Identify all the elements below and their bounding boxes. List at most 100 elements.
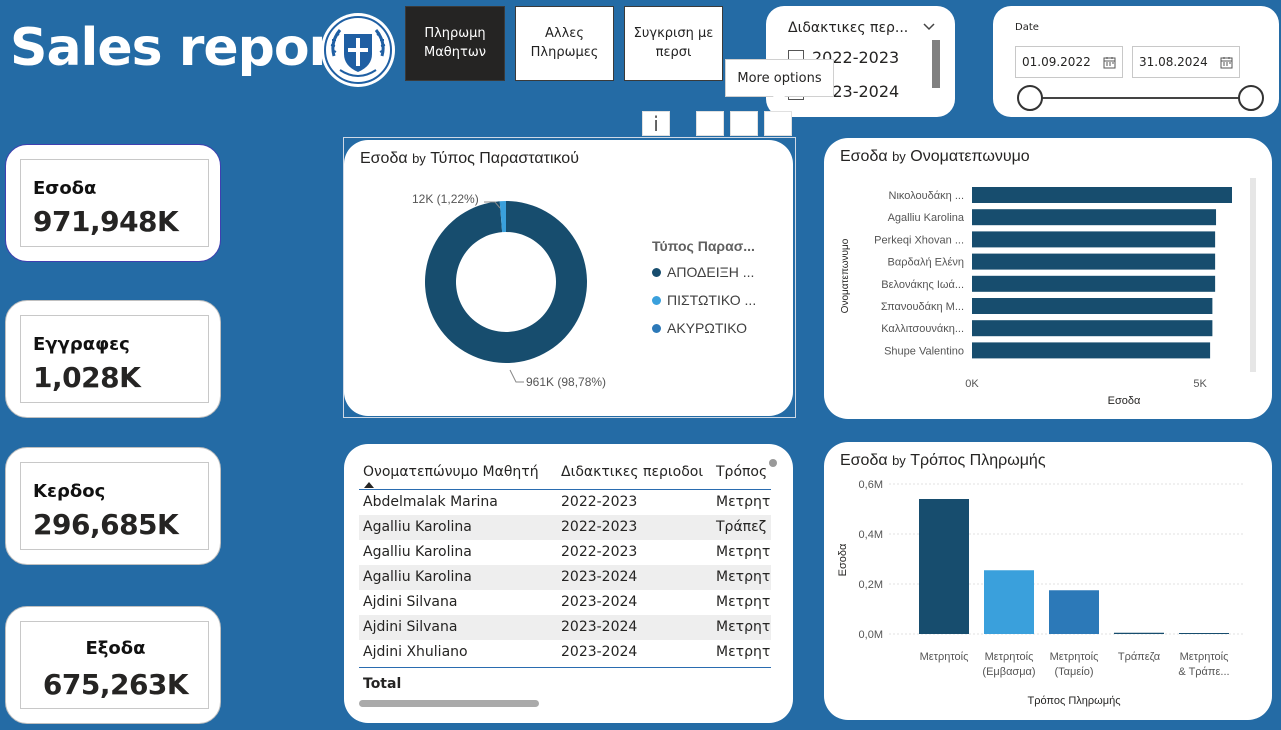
vbar (984, 570, 1034, 634)
legend-label: ΑΚΥΡΩΤΙΚΟ (667, 320, 748, 336)
column-header[interactable]: Τρόπος (716, 464, 767, 480)
table-row[interactable]: Ajdini Silvana 2023-2024 Μετρητ (359, 615, 771, 640)
column-header[interactable]: Ονοματεπώνυμο Μαθητή (363, 464, 539, 480)
chart-title: Εσοδα by Ονοματεπωνυμο (840, 148, 1030, 166)
vbar (1049, 590, 1099, 634)
legend-item[interactable]: ΑΚΥΡΩΤΙΚΟ (652, 320, 747, 336)
column-header[interactable]: Διδακτικες περιοδοι (561, 464, 703, 480)
hbar-chart-card[interactable]: Εσοδα by Ονοματεπωνυμο Νικολουδάκη ... Ag… (824, 138, 1272, 419)
visual-header-button[interactable] (696, 111, 724, 136)
hbar (972, 342, 1211, 359)
date-slicer-label: Date (1015, 22, 1039, 33)
kpi-inner: Εξοδα 675,263K (20, 621, 209, 709)
kpi-inner: Εσοδα 971,948K (20, 159, 209, 247)
legend-dot (652, 267, 661, 277)
kpi-label: Εξοδα (85, 638, 146, 659)
category-label: Καλλιτσουνάκη... (881, 323, 964, 335)
legend-label: ΠΙΣΤΩΤΙΚΟ ... (667, 292, 757, 308)
chart-title-main: Εσοδα (840, 452, 888, 469)
category-label: Shupe Valentino (884, 345, 964, 357)
chart-title-by: by (892, 453, 906, 468)
hbar (972, 209, 1217, 226)
page-title: Sales report (10, 18, 358, 78)
y-tick-label: 0,4M (859, 529, 883, 541)
info-button[interactable]: i (642, 111, 670, 136)
table-total-row: Total (359, 667, 771, 693)
table-vertical-scrollbar[interactable] (769, 459, 777, 467)
date-range-end-handle[interactable] (1238, 85, 1264, 111)
start-date-input[interactable]: 01.09.2022 (1015, 46, 1123, 78)
nav-button-student-payments[interactable]: Πληρωμη Μαθητων (405, 6, 505, 81)
legend-item[interactable]: ΑΠΟΔΕΙΞΗ ... (652, 264, 754, 280)
calendar-icon[interactable] (1103, 56, 1116, 69)
table-cell: 2023-2024 (561, 569, 638, 585)
vbar-chart-card[interactable]: Εσοδα by Τρόπος Πληρωμής 0,0M 0,2M 0,4M 0,6… (824, 442, 1272, 720)
table-cell: 2022-2023 (561, 519, 638, 535)
calendar-icon[interactable] (1220, 56, 1233, 69)
nav-button-other-payments[interactable]: Αλλες Πληρωμες (515, 6, 614, 81)
table-row[interactable]: Agalliu Karolina 2022-2023 Μετρητ (359, 540, 771, 565)
table-row[interactable]: Ajdini Xhuliano 2023-2024 Μετρητ (359, 640, 771, 665)
table-cell: Abdelmalak Marina (363, 494, 498, 510)
table-cell: 2023-2024 (561, 644, 638, 660)
table-cell: Μετρητ (716, 594, 771, 610)
table-cell: 2023-2024 (561, 619, 638, 635)
nav-label: Πληρωμη Μαθητων (424, 25, 486, 60)
sort-ascending-icon (364, 482, 374, 488)
category-label: (Εμβασμα) (982, 666, 1035, 678)
category-label: Βελονάκης Ιωά... (881, 279, 964, 291)
table-horizontal-scrollbar[interactable] (359, 700, 539, 707)
vbar (919, 499, 969, 634)
visual-header-button[interactable] (764, 111, 792, 136)
period-slicer-title: Διδακτικες περ... (788, 20, 909, 36)
category-label: (Ταμείο) (1055, 666, 1094, 678)
table-cell: Agalliu Karolina (363, 569, 472, 585)
y-tick-label: 0,0M (859, 629, 883, 641)
donut-big-label: 961K (98,78%) (526, 375, 607, 389)
table-cell: Μετρητ (716, 569, 771, 585)
category-label: Νικολουδάκη ... (889, 190, 964, 202)
table-cell: Μετρητ (716, 619, 771, 635)
kpi-label: Εγγραφες (33, 334, 130, 355)
hbar (972, 275, 1216, 292)
legend-title: Τύπος Παρασ... (652, 238, 755, 254)
table-row[interactable]: Agalliu Karolina 2022-2023 Τράπεζ (359, 515, 771, 540)
leader-line (509, 369, 524, 383)
table-header: Ονοματεπώνυμο Μαθητή Διδακτικες περιοδοι… (359, 454, 771, 490)
legend-label: ΑΠΟΔΕΙΞΗ ... (667, 264, 755, 280)
kpi-card-revenue: Εσοδα 971,948K (5, 144, 221, 262)
category-label: Βαρδαλή Ελένη (888, 257, 964, 269)
table-row[interactable]: Ajdini Silvana 2023-2024 Μετρητ (359, 590, 771, 615)
chevron-down-icon[interactable] (922, 20, 936, 34)
period-slicer-scrollbar[interactable] (932, 40, 940, 88)
hbar-scrollbar[interactable] (1250, 178, 1256, 372)
category-label: Μετρητοίς (1180, 651, 1229, 663)
kpi-inner: Κερδος 296,685K (20, 462, 209, 550)
hbar (972, 187, 1232, 203)
table-row[interactable]: Abdelmalak Marina 2022-2023 Μετρητ (359, 490, 771, 515)
vbar (1179, 633, 1229, 634)
table-cell: Ajdini Silvana (363, 594, 458, 610)
total-label: Total (363, 676, 402, 692)
table-row[interactable]: Agalliu Karolina 2023-2024 Μετρητ (359, 565, 771, 590)
category-label: & Τράπε... (1178, 666, 1229, 678)
nav-button-compare-last-year[interactable]: Συγκριση με περσι (624, 6, 723, 81)
end-date-input[interactable]: 31.08.2024 (1132, 46, 1240, 78)
date-range-start-handle[interactable] (1017, 85, 1043, 111)
chart-title-rest: Τρόπος Πληρωμής (910, 452, 1046, 469)
y-axis-title: Εσοδα (837, 543, 849, 576)
table-cell: Μετρητ (716, 644, 771, 660)
table-cell: Τράπεζ (716, 519, 767, 535)
kpi-card-enrollments: Εγγραφες 1,028K (5, 300, 221, 418)
date-range-track (1029, 97, 1251, 99)
students-table-card[interactable]: Ονοματεπώνυμο Μαθητή Διδακτικες περιοδοι… (344, 444, 793, 723)
table-cell: Μετρητ (716, 494, 771, 510)
end-date-value: 31.08.2024 (1139, 55, 1208, 69)
chart-title-by: by (892, 149, 906, 164)
tooltip-pointer (772, 95, 786, 103)
visual-header-button[interactable] (730, 111, 758, 136)
legend-item[interactable]: ΠΙΣΤΩΤΙΚΟ ... (652, 292, 756, 308)
hbar-chart: Νικολουδάκη ... Agalliu Karolina Perkeqi X… (840, 187, 1232, 407)
kpi-value: 1,028K (33, 361, 141, 394)
donut-chart-card[interactable]: Εσοδα by Τύπος Παραστατικού 12K (1,22%) … (344, 140, 793, 416)
